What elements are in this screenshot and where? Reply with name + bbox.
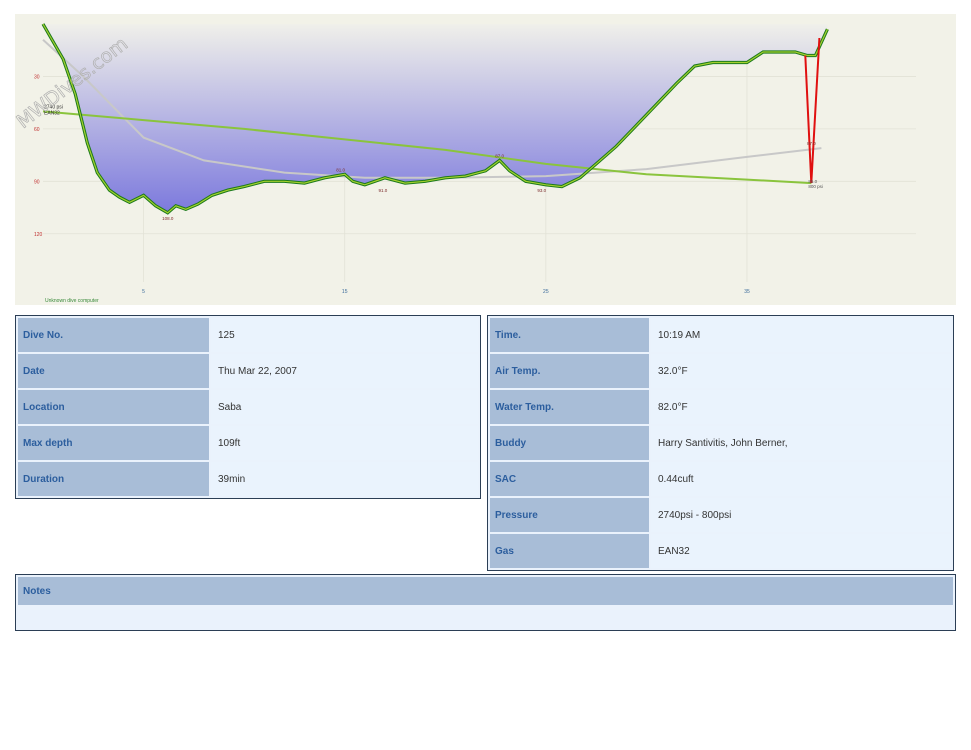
date-value: Thu Mar 22, 2007 xyxy=(211,354,478,388)
depth-annotation: 81.0 xyxy=(336,167,345,172)
ascent-line xyxy=(804,37,821,184)
time-value: 10:19 AM xyxy=(651,318,951,352)
dive-number-label: Dive No. xyxy=(18,318,209,352)
max-depth-value: 109ft xyxy=(211,426,478,460)
water-temp-row: Water Temp. 82.0°F xyxy=(490,390,951,424)
y-tick-label: 30 xyxy=(34,74,40,80)
depth-annotation: 108.0 xyxy=(162,216,174,221)
location-value: Saba xyxy=(211,390,478,424)
dive-number-row: Dive No. 125 xyxy=(18,318,478,352)
dive-profile-svg: 30 60 90 120 5 15 25 35 108.0 81.0 91.0 87.0 93.0 87… xyxy=(15,23,916,304)
depth-area xyxy=(43,24,828,213)
dive-number-value: 125 xyxy=(211,318,478,352)
conditions-table: Time. 10:19 AM Air Temp. 32.0°F Water Te… xyxy=(487,315,954,571)
dive-profile-chart: 30 60 90 120 5 15 25 35 108.0 81.0 91.0 87.0 93.0 87… xyxy=(15,14,956,305)
depth-annotation: 93.0 xyxy=(537,188,546,193)
max-depth-label: Max depth xyxy=(18,426,209,460)
location-row: Location Saba xyxy=(18,390,478,424)
depth-annotation: 91.0 xyxy=(379,188,388,193)
location-label: Location xyxy=(18,390,209,424)
duration-label: Duration xyxy=(18,462,209,496)
dive-info-table: Dive No. 125 Date Thu Mar 22, 2007 Locat… xyxy=(15,315,481,499)
y-tick-label: 60 xyxy=(34,127,40,133)
x-tick-label: 25 xyxy=(543,289,549,295)
buddy-value: Harry Santivitis, John Berner, xyxy=(651,426,951,460)
date-row: Date Thu Mar 22, 2007 xyxy=(18,354,478,388)
y-tick-label: 120 xyxy=(34,232,43,238)
sac-label: SAC xyxy=(490,462,649,496)
dive-computer-label: Unknown dive computer xyxy=(45,298,99,304)
air-temp-row: Air Temp. 32.0°F xyxy=(490,354,951,388)
gas-label: Gas xyxy=(490,534,649,568)
sac-row: SAC 0.44cuft xyxy=(490,462,951,496)
buddy-row: Buddy Harry Santivitis, John Berner, xyxy=(490,426,951,460)
duration-row: Duration 39min xyxy=(18,462,478,496)
x-tick-label: 5 xyxy=(142,289,145,295)
end-pressure-label: 800 psi xyxy=(808,184,823,189)
time-row: Time. 10:19 AM xyxy=(490,318,951,352)
buddy-label: Buddy xyxy=(490,426,649,460)
x-tick-label: 15 xyxy=(342,289,348,295)
water-temp-label: Water Temp. xyxy=(490,390,649,424)
sac-value: 0.44cuft xyxy=(651,462,951,496)
y-tick-label: 90 xyxy=(34,179,40,185)
depth-annotation: 87.0 xyxy=(807,141,816,146)
notes-label: Notes xyxy=(18,577,953,605)
duration-value: 39min xyxy=(211,462,478,496)
pressure-label: Pressure xyxy=(490,498,649,532)
time-label: Time. xyxy=(490,318,649,352)
depth-annotation: 87.0 xyxy=(495,153,504,158)
pressure-value: 2740psi - 800psi xyxy=(651,498,951,532)
water-temp-value: 82.0°F xyxy=(651,390,951,424)
notes-section: Notes xyxy=(15,574,956,631)
air-temp-label: Air Temp. xyxy=(490,354,649,388)
notes-body xyxy=(18,605,953,628)
date-label: Date xyxy=(18,354,209,388)
air-temp-value: 32.0°F xyxy=(651,354,951,388)
pressure-row: Pressure 2740psi - 800psi xyxy=(490,498,951,532)
max-depth-row: Max depth 109ft xyxy=(18,426,478,460)
gas-value: EAN32 xyxy=(651,534,951,568)
x-tick-label: 35 xyxy=(744,289,750,295)
gas-row: Gas EAN32 xyxy=(490,534,951,568)
